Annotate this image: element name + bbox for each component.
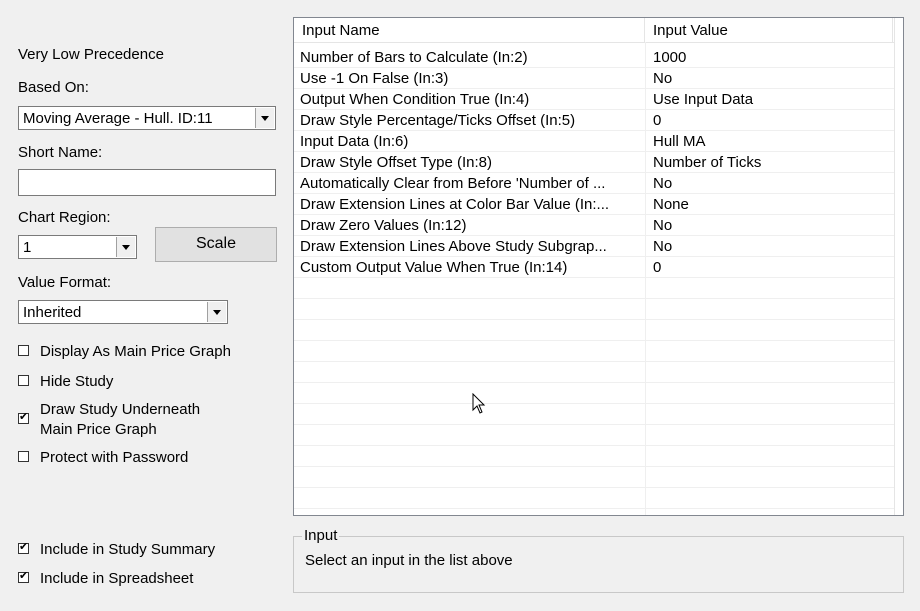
table-row[interactable]: Draw Zero Values (In:12) No (294, 215, 903, 236)
checkbox-label: Display As Main Price Graph (40, 343, 231, 360)
checkbox-box[interactable] (18, 345, 29, 356)
chart-region-label: Chart Region: (18, 209, 111, 226)
input-name-cell: Number of Bars to Calculate (In:2) (300, 49, 528, 66)
table-row[interactable]: Draw Style Percentage/Ticks Offset (In:5… (294, 110, 903, 131)
grid-header: Input Name Input Value (294, 18, 903, 43)
checkbox-label: Protect with Password (40, 449, 189, 466)
table-row[interactable]: Draw Style Offset Type (In:8) Number of T… (294, 152, 903, 173)
table-row[interactable]: Input Data (In:6) Hull MA (294, 131, 903, 152)
input-value-cell[interactable]: No (653, 217, 672, 234)
input-name-cell: Draw Extension Lines Above Study Subgrap… (300, 238, 607, 255)
checkbox-label: Draw Study Underneath (40, 401, 201, 418)
input-name-cell: Draw Extension Lines at Color Bar Value … (300, 196, 610, 213)
input-value-cell[interactable]: No (653, 70, 672, 87)
table-row[interactable] (294, 509, 903, 515)
checkbox-label: Include in Study Summary (40, 541, 216, 558)
table-row[interactable] (294, 299, 903, 320)
chart-region-value: 1 (23, 239, 32, 256)
value-format-value: Inherited (23, 304, 82, 321)
input-value-cell[interactable]: 0 (653, 259, 661, 276)
precedence-label: Very Low Precedence (18, 46, 164, 63)
value-format-dropdown[interactable]: Inherited (18, 300, 228, 324)
inputs-grid[interactable]: Input Name Input Value Number of Bars to… (293, 17, 904, 516)
input-value-cell[interactable]: 1000 (653, 49, 686, 66)
checkbox-box[interactable] (18, 541, 29, 554)
chevron-down-icon[interactable] (116, 237, 135, 257)
table-row[interactable]: Number of Bars to Calculate (In:2) 1000 (294, 47, 903, 68)
input-value-cell[interactable]: 0 (653, 112, 661, 129)
input-name-cell: Automatically Clear from Before 'Number … (300, 175, 606, 192)
input-value-cell[interactable]: No (653, 175, 672, 192)
table-row[interactable] (294, 362, 903, 383)
checkbox-label-line2: Main Price Graph (40, 421, 157, 438)
input-name-cell: Input Data (In:6) (300, 133, 409, 150)
table-row[interactable] (294, 278, 903, 299)
chevron-down-icon[interactable] (207, 302, 226, 322)
table-row[interactable] (294, 383, 903, 404)
table-row[interactable] (294, 341, 903, 362)
based-on-label: Based On: (18, 79, 89, 96)
based-on-value: Moving Average - Hull. ID:11 (23, 110, 213, 127)
group-legend: Input (302, 527, 340, 544)
checkbox-label: Hide Study (40, 373, 114, 390)
input-value-cell[interactable]: Hull MA (653, 133, 706, 150)
input-value-cell[interactable]: Number of Ticks (653, 154, 761, 171)
short-name-input[interactable] (18, 169, 276, 196)
input-value-cell[interactable]: None (653, 196, 689, 213)
input-name-cell: Draw Zero Values (In:12) (300, 217, 467, 234)
grid-edge (894, 18, 903, 515)
column-header-input-value[interactable]: Input Value (645, 18, 893, 42)
input-name-cell: Custom Output Value When True (In:14) (300, 259, 568, 276)
chevron-down-icon[interactable] (255, 108, 274, 128)
table-row[interactable] (294, 320, 903, 341)
mouse-cursor-icon (472, 393, 486, 414)
checkbox-box[interactable] (18, 570, 29, 583)
input-name-cell: Draw Style Offset Type (In:8) (300, 154, 493, 171)
table-row[interactable]: Draw Extension Lines at Color Bar Value … (294, 194, 903, 215)
table-row[interactable]: Automatically Clear from Before 'Number … (294, 173, 903, 194)
chart-region-dropdown[interactable]: 1 (18, 235, 137, 259)
input-value-cell[interactable]: Use Input Data (653, 91, 753, 108)
table-row[interactable]: Custom Output Value When True (In:14) 0 (294, 257, 903, 278)
table-row[interactable] (294, 467, 903, 488)
input-name-cell: Output When Condition True (In:4) (300, 91, 530, 108)
input-name-cell: Draw Style Percentage/Ticks Offset (In:5… (300, 112, 576, 129)
short-name-label: Short Name: (18, 144, 103, 161)
table-row[interactable]: Output When Condition True (In:4) Use Inp… (294, 89, 903, 110)
table-row[interactable]: Use -1 On False (In:3) No (294, 68, 903, 89)
checkbox-label: Include in Spreadsheet (40, 570, 194, 587)
column-header-input-name[interactable]: Input Name (294, 18, 645, 42)
based-on-dropdown[interactable]: Moving Average - Hull. ID:11 (18, 106, 276, 130)
input-description-group: Input Select an input in the list above (293, 527, 904, 593)
table-row[interactable] (294, 425, 903, 446)
scale-button[interactable]: Scale (155, 227, 277, 262)
table-row[interactable]: Draw Extension Lines Above Study Subgrap… (294, 236, 903, 257)
checkbox-box[interactable] (18, 375, 29, 386)
table-row[interactable] (294, 488, 903, 509)
checkbox-box[interactable] (18, 451, 29, 462)
input-value-cell[interactable]: No (653, 238, 672, 255)
value-format-label: Value Format: (18, 274, 112, 291)
input-name-cell: Use -1 On False (In:3) (300, 70, 449, 87)
table-row[interactable] (294, 446, 903, 467)
input-description-text: Select an input in the list above (305, 552, 513, 569)
table-row[interactable] (294, 404, 903, 425)
checkbox-box[interactable] (18, 411, 29, 424)
